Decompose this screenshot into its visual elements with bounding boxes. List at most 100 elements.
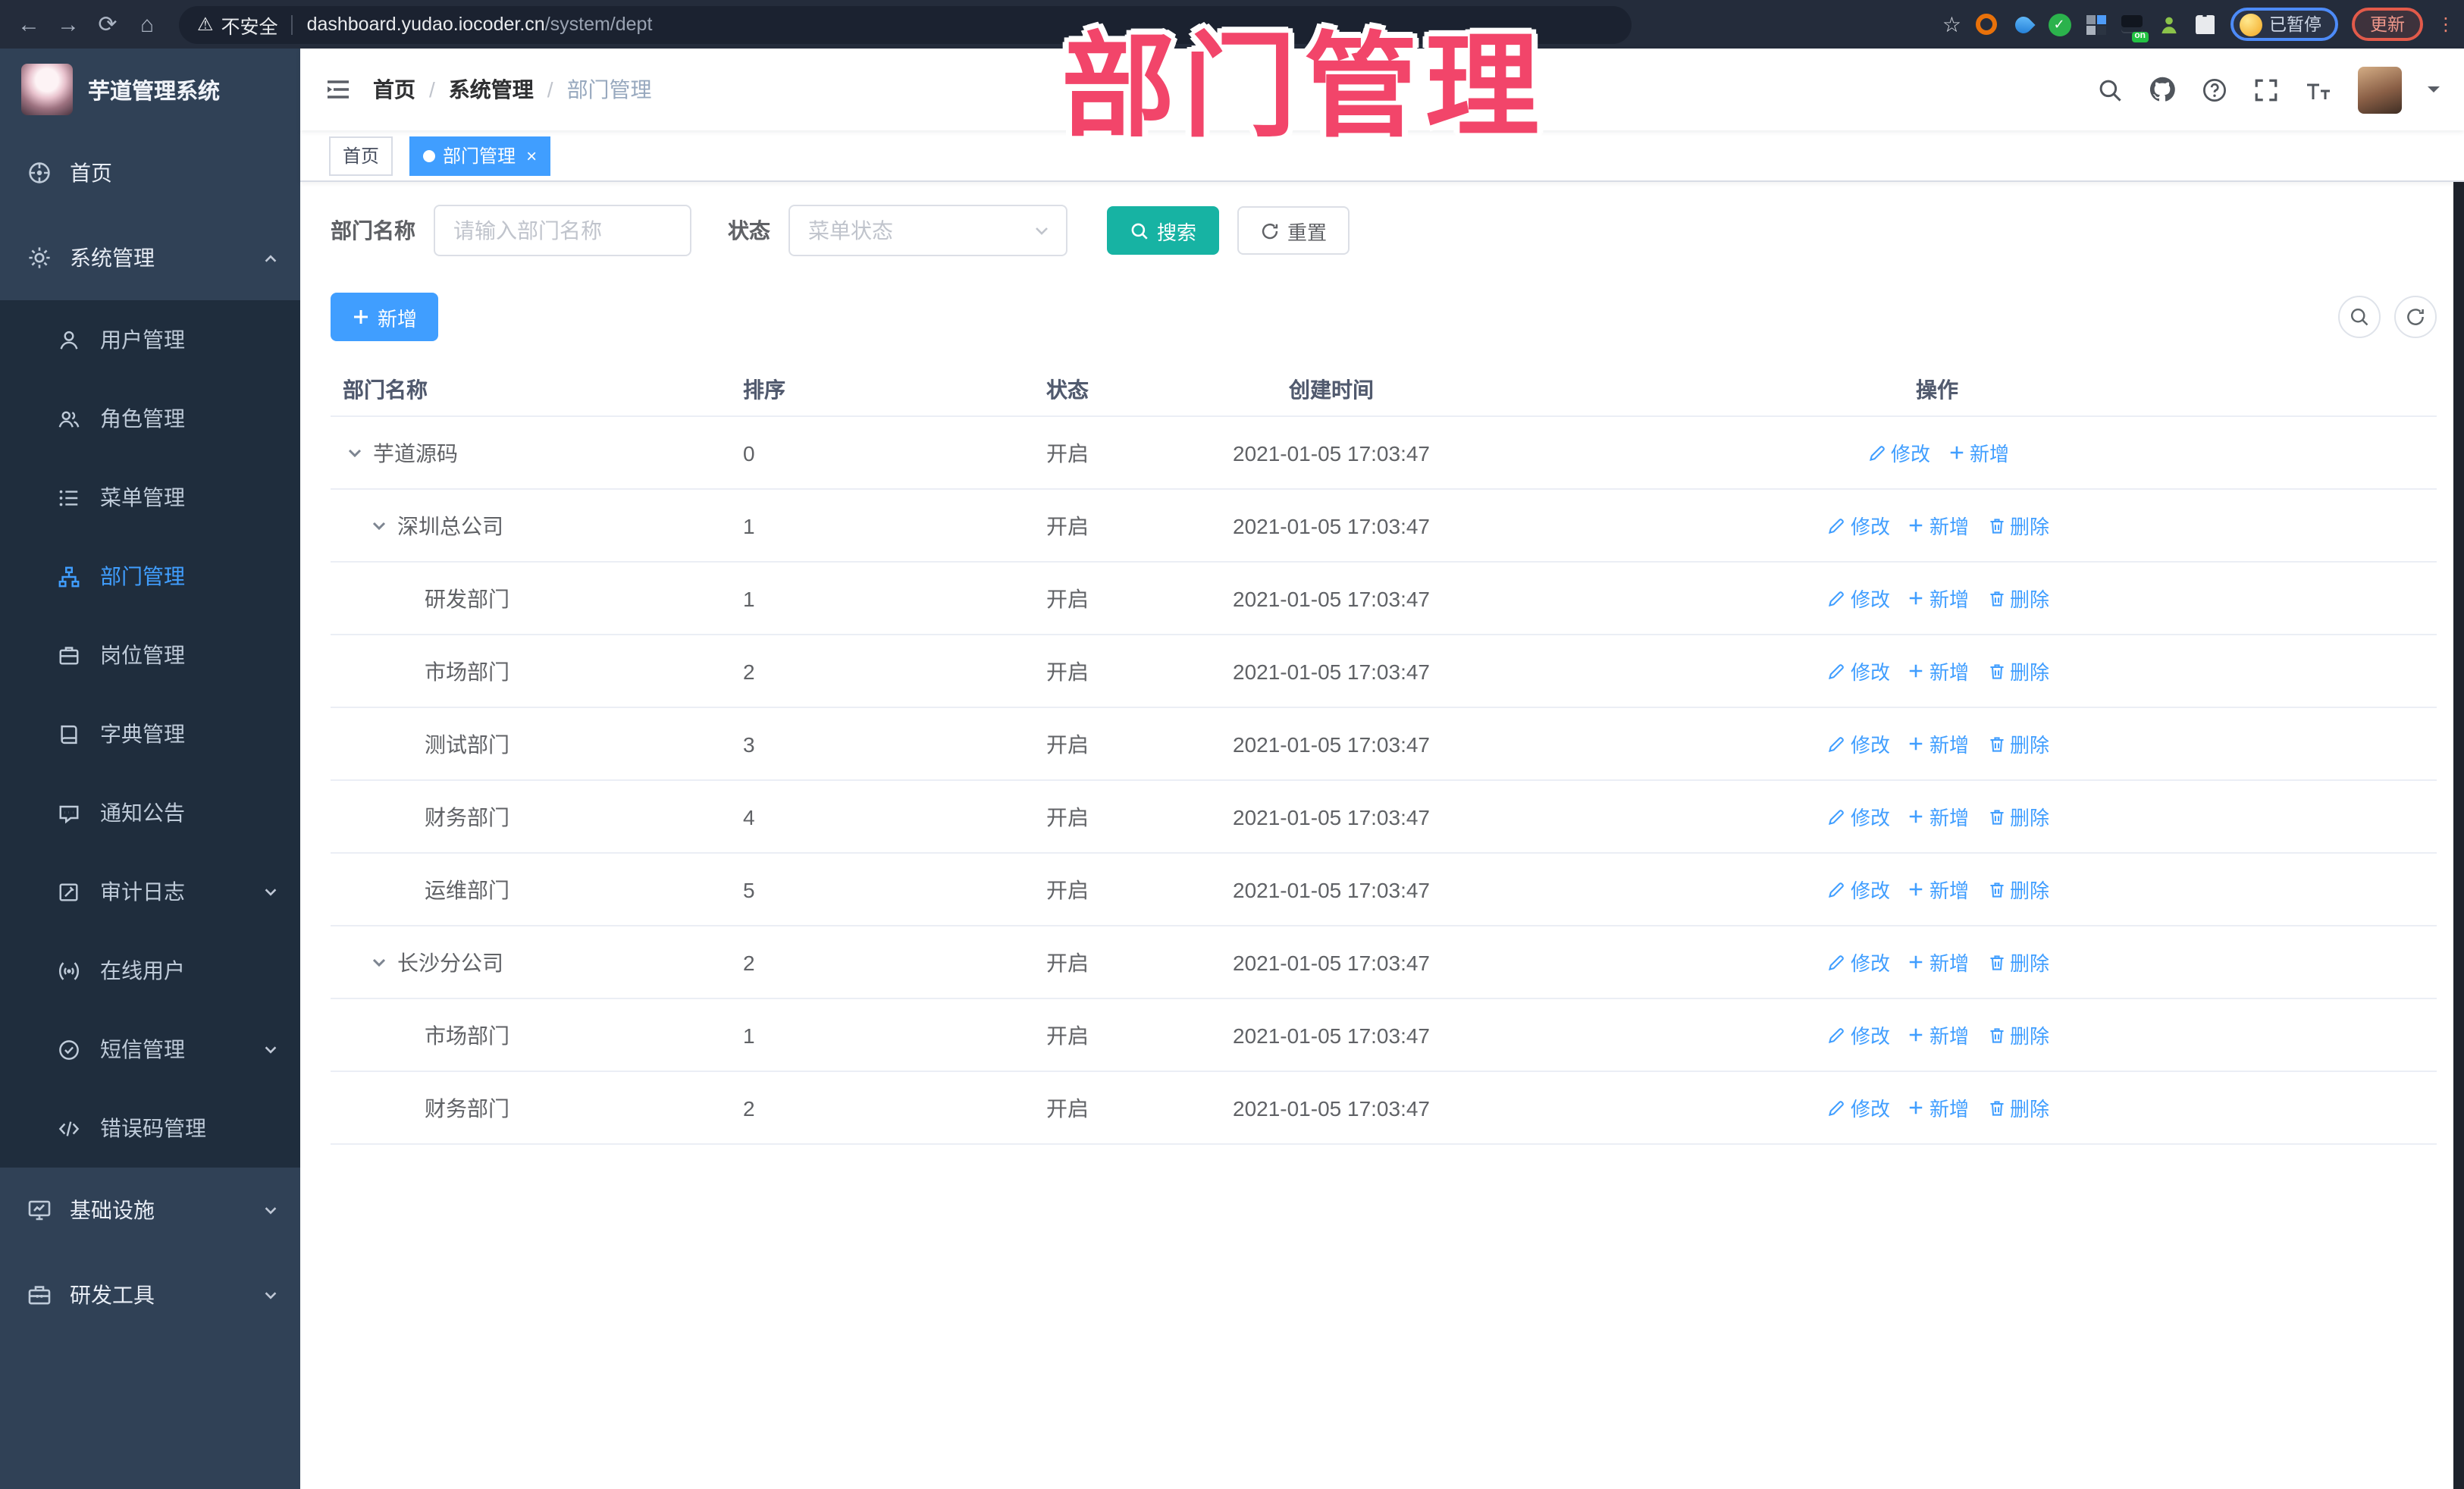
- breadcrumb-home[interactable]: 首页: [373, 74, 415, 105]
- sidebar-item-audit-log[interactable]: 审计日志: [0, 852, 300, 931]
- sidebar-item-label: 错误码管理: [100, 1116, 206, 1140]
- url-path: /system/dept: [544, 14, 653, 35]
- delete-link[interactable]: 删除: [1987, 657, 2049, 685]
- extension-check-icon[interactable]: ✓: [2048, 13, 2071, 36]
- tag-home[interactable]: 首页: [329, 136, 393, 175]
- edit-link[interactable]: 修改: [1828, 1093, 1890, 1122]
- sidebar-item-error-codes[interactable]: 错误码管理: [0, 1089, 300, 1168]
- delete-link[interactable]: 删除: [1987, 729, 2049, 758]
- sidebar-item-home[interactable]: 首页: [0, 130, 300, 215]
- add-child-link[interactable]: 新增: [1908, 1093, 1969, 1122]
- sidebar-item-infrastructure[interactable]: 基础设施: [0, 1168, 300, 1252]
- sort-value: 2: [743, 659, 755, 683]
- add-child-link[interactable]: 新增: [1908, 584, 1969, 613]
- delete-link[interactable]: 删除: [1987, 948, 2049, 976]
- sidebar-item-sms[interactable]: 短信管理: [0, 1010, 300, 1089]
- user-avatar[interactable]: [2358, 66, 2402, 113]
- toggle-search-button[interactable]: [2338, 296, 2381, 338]
- update-button[interactable]: 更新: [2352, 8, 2423, 41]
- status-select[interactable]: 菜单状态: [788, 205, 1067, 256]
- extension-list-icon[interactable]: on: [2121, 13, 2148, 42]
- add-child-link[interactable]: 新增: [1908, 948, 1969, 976]
- fullscreen-icon[interactable]: [2253, 77, 2279, 102]
- add-child-link[interactable]: 新增: [1908, 511, 1969, 540]
- add-child-link[interactable]: 新增: [1908, 729, 1969, 758]
- security-label[interactable]: 不安全: [221, 10, 278, 39]
- sidebar-item-roles[interactable]: 角色管理: [0, 379, 300, 458]
- sidebar-item-menus[interactable]: 菜单管理: [0, 458, 300, 537]
- breadcrumb-system[interactable]: 系统管理: [449, 74, 534, 105]
- home-icon[interactable]: ⌂: [127, 5, 167, 44]
- close-tag-icon[interactable]: ×: [526, 145, 537, 166]
- delete-link[interactable]: 删除: [1987, 802, 2049, 831]
- edit-link[interactable]: 修改: [1828, 729, 1890, 758]
- caret-down-icon[interactable]: [2428, 86, 2440, 99]
- chevron-down-icon: [262, 1287, 279, 1303]
- help-icon[interactable]: [2202, 77, 2227, 102]
- add-child-link[interactable]: 新增: [1908, 1020, 1969, 1049]
- delete-link[interactable]: 删除: [1987, 875, 2049, 904]
- status-label: 状态: [728, 218, 770, 243]
- bookmark-star-icon[interactable]: ☆: [1942, 11, 1961, 37]
- add-child-link[interactable]: 新增: [1908, 657, 1969, 685]
- edit-link[interactable]: 修改: [1828, 948, 1890, 976]
- delete-link[interactable]: 删除: [1987, 1093, 2049, 1122]
- collapse-arrow-icon[interactable]: [370, 953, 388, 971]
- sidebar-item-label: 菜单管理: [100, 485, 185, 509]
- edit-link[interactable]: 修改: [1828, 875, 1890, 904]
- sidebar-item-posts[interactable]: 岗位管理: [0, 616, 300, 694]
- browser-menu-icon[interactable]: ⋮: [2437, 15, 2455, 33]
- delete-link[interactable]: 删除: [1987, 1020, 2049, 1049]
- forward-icon[interactable]: →: [49, 5, 88, 44]
- sidebar-item-dictionary[interactable]: 字典管理: [0, 694, 300, 773]
- sidebar-item-online-users[interactable]: 在线用户: [0, 931, 300, 1010]
- extension-grid-icon[interactable]: [2084, 13, 2107, 36]
- page-content: 部门名称 状态 菜单状态 搜索 重置: [300, 182, 2464, 1489]
- reload-icon[interactable]: ⟳: [88, 5, 127, 44]
- dept-name-input[interactable]: [434, 205, 691, 256]
- add-child-link[interactable]: 新增: [1908, 802, 1969, 831]
- reset-button[interactable]: 重置: [1237, 206, 1350, 255]
- back-icon[interactable]: ←: [9, 5, 49, 44]
- edit-link[interactable]: 修改: [1828, 584, 1890, 613]
- delete-link[interactable]: 删除: [1987, 584, 2049, 613]
- font-size-icon[interactable]: [2305, 77, 2332, 102]
- add-child-link[interactable]: 新增: [1908, 875, 1969, 904]
- sidebar-item-notices[interactable]: 通知公告: [0, 773, 300, 852]
- sort-value: 2: [743, 1096, 755, 1120]
- extension-person-icon[interactable]: [2157, 13, 2180, 36]
- sidebar-item-users[interactable]: 用户管理: [0, 300, 300, 379]
- refresh-button[interactable]: [2394, 296, 2437, 338]
- dept-name: 研发部门: [425, 586, 509, 610]
- github-icon[interactable]: [2149, 76, 2176, 103]
- sidebar-item-system[interactable]: 系统管理: [0, 215, 300, 300]
- logo-avatar: [21, 64, 73, 115]
- delete-link[interactable]: 删除: [1987, 511, 2049, 540]
- extension-drop-icon[interactable]: [2011, 12, 2035, 36]
- sms-check-icon: [58, 1038, 83, 1061]
- edit-link[interactable]: 修改: [1828, 657, 1890, 685]
- add-child-link[interactable]: 新增: [1948, 438, 2009, 467]
- tag-departments[interactable]: 部门管理 ×: [409, 136, 551, 175]
- hamburger-icon[interactable]: [324, 76, 352, 103]
- sidebar-item-label: 研发工具: [70, 1283, 155, 1307]
- dept-name: 运维部门: [425, 877, 509, 901]
- warning-icon: ⚠: [197, 14, 214, 35]
- window-scrollbar[interactable]: [2453, 49, 2464, 1489]
- extension-gear-icon[interactable]: [1975, 13, 1998, 36]
- collapse-arrow-icon[interactable]: [370, 516, 388, 534]
- edit-link[interactable]: 修改: [1828, 1020, 1890, 1049]
- sidebar-item-departments[interactable]: 部门管理: [0, 537, 300, 616]
- edit-link[interactable]: 修改: [1828, 511, 1890, 540]
- edit-link[interactable]: 修改: [1828, 802, 1890, 831]
- screen: ← → ⟳ ⌂ ⚠ 不安全 dashboard.yudao.iocoder.cn…: [0, 0, 2464, 1489]
- sidebar-item-dev-tools[interactable]: 研发工具: [0, 1252, 300, 1337]
- search-icon[interactable]: [2097, 77, 2123, 102]
- created-value: 2021-01-05 17:03:47: [1233, 440, 1430, 465]
- search-button[interactable]: 搜索: [1107, 206, 1220, 255]
- profile-chip[interactable]: 已暂停: [2230, 8, 2338, 41]
- edit-link[interactable]: 修改: [1868, 438, 1930, 467]
- extension-puzzle-icon[interactable]: [2193, 13, 2216, 36]
- add-button[interactable]: 新增: [331, 293, 439, 341]
- collapse-arrow-icon[interactable]: [346, 444, 364, 462]
